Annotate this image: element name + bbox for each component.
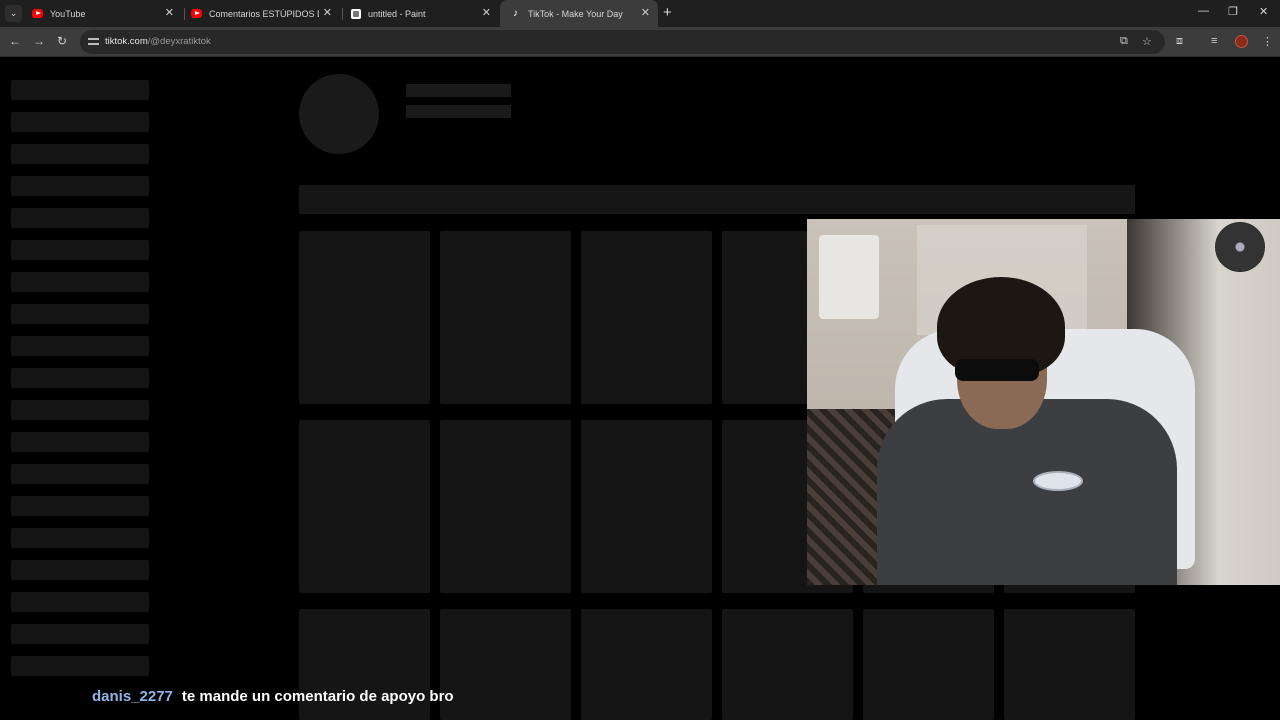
video-card-skeleton: [440, 231, 571, 404]
extensions-icon[interactable]: ⧈: [1176, 35, 1183, 48]
sidebar-skeleton-row: [11, 400, 149, 420]
sidebar-skeleton-row: [11, 560, 149, 580]
tab-tiktok[interactable]: ♪ TikTok - Make Your Day ✕: [500, 0, 658, 27]
webcam-hanging-shirt: [819, 235, 879, 319]
close-icon[interactable]: ✕: [482, 7, 491, 20]
menu-kebab-icon[interactable]: ⋮: [1262, 35, 1273, 48]
video-card-skeleton: [722, 609, 853, 720]
chat-message: danis_2277 te mande un comentario de apoy…: [92, 688, 454, 705]
profile-avatar[interactable]: [1235, 35, 1248, 48]
install-app-icon[interactable]: ⧉: [1120, 35, 1128, 48]
sidebar-skeleton-row: [11, 208, 149, 228]
profile-tabs-skeleton: [299, 185, 1135, 214]
sidebar-skeleton-row: [11, 272, 149, 292]
close-icon[interactable]: ✕: [165, 7, 174, 20]
window-close-button[interactable]: ✕: [1259, 5, 1268, 18]
video-card-skeleton: [581, 609, 712, 720]
tab-youtube[interactable]: YouTube ✕: [22, 0, 182, 27]
sidebar-skeleton-row: [11, 464, 149, 484]
webcam-overlay: [807, 219, 1280, 585]
sidebar-skeleton-row: [11, 80, 149, 100]
tab-strip: ⌄ YouTube ✕ Comentarios ESTÚPIDOS De Tik…: [0, 0, 1280, 27]
profile-name-skeleton: [406, 84, 511, 97]
webcam-person-hoodie: [877, 399, 1177, 585]
url-text[interactable]: tiktok.com/@deyxratiktok: [105, 36, 211, 47]
site-info-icon[interactable]: [88, 36, 99, 47]
webcam-vinyl-record: [1215, 222, 1265, 272]
video-card-skeleton: [863, 609, 994, 720]
video-card-skeleton: [581, 231, 712, 404]
webcam-hoodie-logo: [1033, 471, 1083, 491]
sidebar-skeleton-row: [11, 368, 149, 388]
tab-paint[interactable]: untitled - Paint ✕: [340, 0, 499, 27]
sidebar-skeleton-row: [11, 304, 149, 324]
new-tab-button[interactable]: +: [663, 5, 672, 21]
url-host: tiktok.com: [105, 36, 148, 47]
back-button[interactable]: ←: [9, 34, 21, 48]
video-card-skeleton: [581, 420, 712, 593]
video-card-skeleton: [440, 420, 571, 593]
forward-button[interactable]: →: [33, 34, 45, 48]
tab-comentarios[interactable]: Comentarios ESTÚPIDOS De Tik ✕: [181, 0, 340, 27]
video-card-skeleton: [1004, 609, 1135, 720]
youtube-icon: [191, 8, 202, 19]
browser-toolbar: ← → ↻ tiktok.com/@deyxratiktok ⧉ ☆ ⧈ ≡ ⋮: [0, 27, 1280, 57]
sidebar-skeleton-row: [11, 144, 149, 164]
bookmark-star-icon[interactable]: ☆: [1142, 35, 1152, 48]
sidebar-skeleton-row: [11, 432, 149, 452]
tab-title: Comentarios ESTÚPIDOS De Tik: [209, 8, 319, 19]
sidebar-skeleton-row: [11, 592, 149, 612]
webcam-person-sunglasses: [955, 359, 1039, 381]
video-card-skeleton: [299, 231, 430, 404]
close-icon[interactable]: ✕: [323, 7, 332, 20]
tab-title: untitled - Paint: [368, 8, 426, 19]
tiktok-icon: ♪: [513, 8, 518, 19]
minimize-button[interactable]: —: [1198, 5, 1209, 17]
url-path: /@deyxratiktok: [147, 36, 211, 47]
profile-avatar-skeleton: [299, 74, 379, 154]
paint-icon: [350, 8, 361, 19]
profile-subtitle-skeleton: [406, 105, 511, 118]
sidebar-skeleton-row: [11, 624, 149, 644]
address-bar[interactable]: tiktok.com/@deyxratiktok ⧉ ☆: [80, 30, 1165, 54]
video-card-skeleton: [440, 609, 571, 720]
tab-title: TikTok - Make Your Day: [528, 8, 623, 19]
restore-button[interactable]: ❐: [1228, 5, 1238, 18]
sidebar-skeleton-row: [11, 496, 149, 516]
sidebar-skeleton-row: [11, 528, 149, 548]
tab-search-button[interactable]: ⌄: [5, 5, 22, 22]
youtube-icon: [32, 8, 43, 19]
chat-username: danis_2277: [92, 688, 173, 705]
video-card-skeleton: [299, 420, 430, 593]
tab-title: YouTube: [50, 8, 86, 19]
reload-button[interactable]: ↻: [57, 34, 67, 48]
sidebar-skeleton-row: [11, 112, 149, 132]
sidebar-skeleton-row: [11, 656, 149, 676]
media-controls-icon[interactable]: ≡: [1211, 35, 1217, 47]
sidebar-skeleton-row: [11, 176, 149, 196]
sidebar-skeleton-row: [11, 240, 149, 260]
sidebar-skeleton-row: [11, 336, 149, 356]
close-icon[interactable]: ✕: [641, 7, 650, 20]
chat-text: te mande un comentario de apoyo bro: [181, 688, 454, 705]
chevron-down-icon: ⌄: [9, 8, 18, 18]
